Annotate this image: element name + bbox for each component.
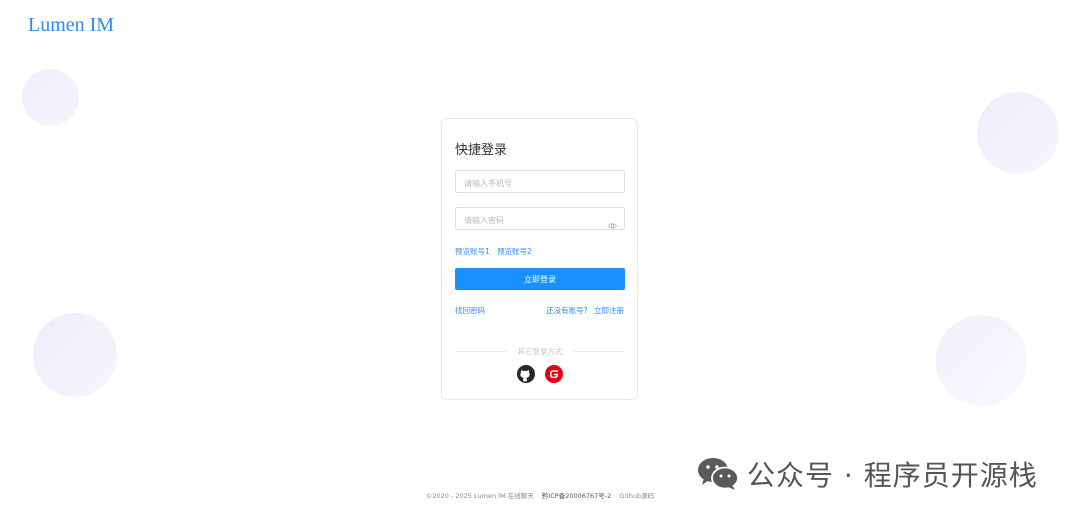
- decor-bubble: [977, 92, 1059, 174]
- app-logo[interactable]: Lumen IM: [28, 14, 114, 37]
- phone-field[interactable]: [455, 170, 625, 194]
- decor-bubble: [22, 69, 79, 126]
- eye-icon[interactable]: [608, 215, 617, 229]
- login-card: 快捷登录 预览账号1 预览账号2 立即登录 找回密码 还没有账号? 立即注册 其…: [441, 118, 638, 400]
- password-field[interactable]: [455, 207, 625, 231]
- phone-input[interactable]: [456, 173, 624, 194]
- login-button[interactable]: 立即登录: [455, 268, 625, 290]
- watermark-text: 公众号 · 程序员开源栈: [747, 459, 1038, 492]
- password-input[interactable]: [456, 210, 624, 231]
- github-login-button[interactable]: [517, 365, 535, 383]
- footer-source-link[interactable]: Github源码: [619, 492, 654, 500]
- gitee-icon: [550, 370, 558, 378]
- github-icon: [520, 370, 530, 382]
- divider-line: [573, 351, 625, 352]
- decor-bubble: [33, 313, 117, 397]
- demo-account-1-link[interactable]: 预览账号1: [455, 246, 490, 257]
- login-title: 快捷登录: [455, 143, 508, 158]
- gitee-login-button[interactable]: [545, 365, 563, 383]
- footer-icp-link[interactable]: 黔ICP备20006767号-2: [542, 492, 611, 500]
- other-login-divider: 其它登录方式: [455, 346, 625, 356]
- no-account-text: 还没有账号?: [546, 306, 588, 315]
- register-link[interactable]: 立即注册: [594, 306, 624, 315]
- demo-account-2-link[interactable]: 预览账号2: [497, 246, 532, 257]
- decor-bubble: [936, 315, 1027, 406]
- footer-copyright: ©2020 - 2025 Lumen IM 在线聊天: [425, 492, 534, 500]
- register-row: 还没有账号? 立即注册: [546, 305, 624, 316]
- watermark: 公众号 · 程序员开源栈: [697, 456, 1038, 492]
- wechat-icon: [697, 457, 739, 491]
- forgot-password-link[interactable]: 找回密码: [455, 305, 485, 316]
